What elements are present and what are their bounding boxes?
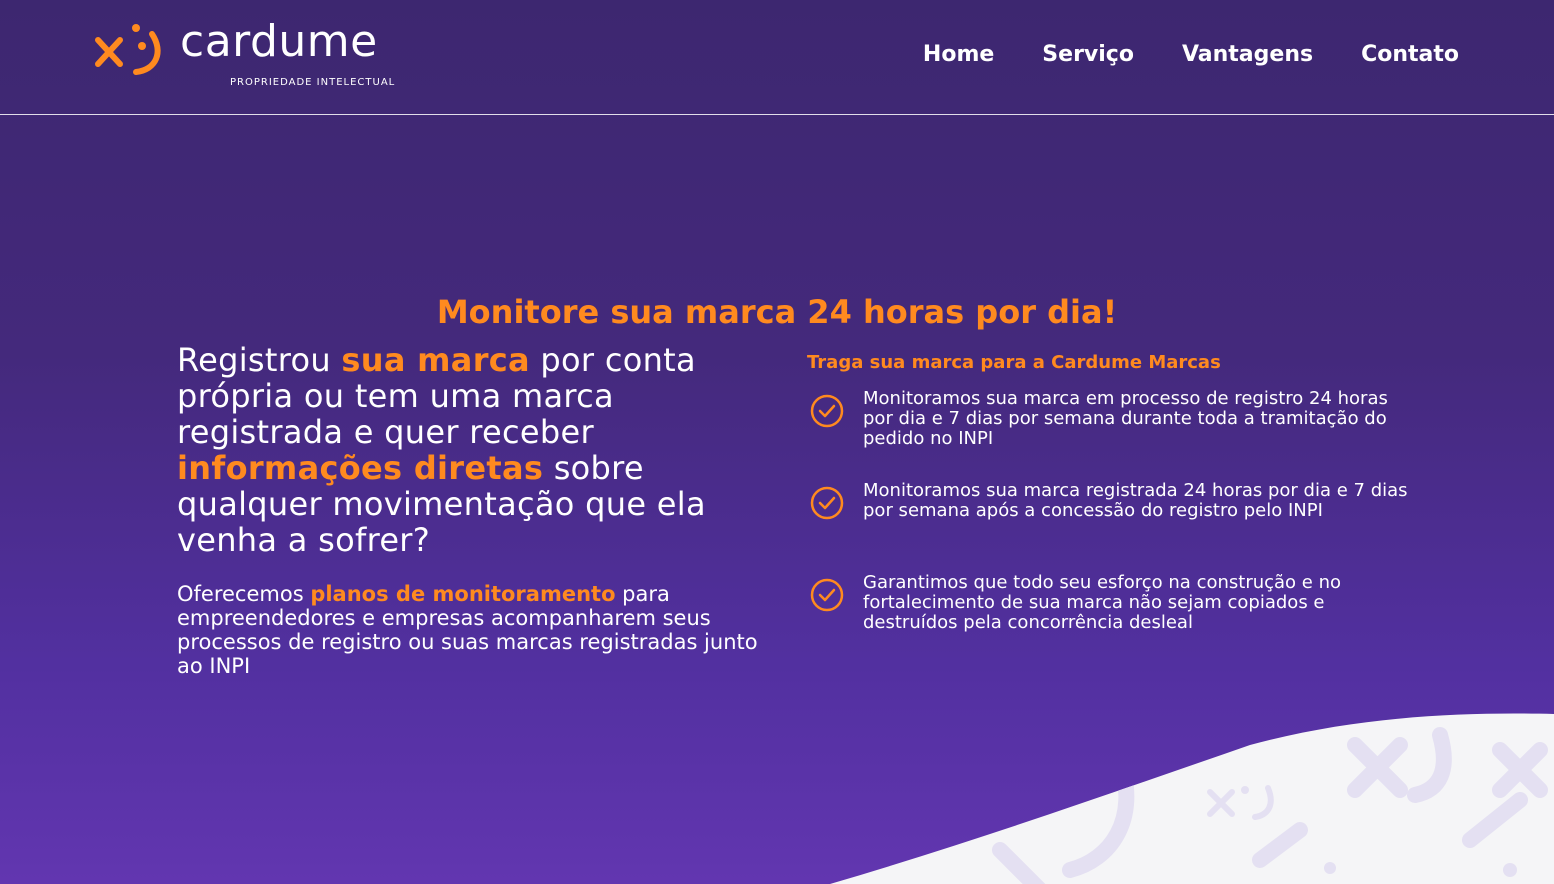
cardume-logo[interactable]: cardume PROPRIEDADE INTELECTUAL <box>94 16 414 95</box>
feature-text: Monitoramos sua marca em processo de reg… <box>863 388 1388 449</box>
logo-mark-icon <box>95 24 161 75</box>
site-header: cardume PROPRIEDADE INTELECTUAL Home Ser… <box>0 0 1554 115</box>
lead-highlight-sua-marca: sua marca <box>341 341 530 379</box>
para-part-1: Oferecemos <box>177 582 311 606</box>
nav-servico-link[interactable]: Serviço <box>1042 40 1134 70</box>
hero-paragraph: Oferecemos planos de monitoramento para … <box>177 582 789 678</box>
feature-item: Garantimos que todo seu esforço na const… <box>807 573 1417 665</box>
nav-contato-link[interactable]: Contato <box>1361 40 1459 70</box>
para-highlight-planos: planos de monitoramento <box>310 582 616 606</box>
feature-text: Garantimos que todo seu esforço na const… <box>863 572 1342 633</box>
nav-vantagens-link[interactable]: Vantagens <box>1182 40 1313 70</box>
features-title: Traga sua marca para a Cardume Marcas <box>807 352 1221 373</box>
logo-wordmark: cardume <box>180 16 378 67</box>
feature-item: Monitoramos sua marca em processo de reg… <box>807 389 1417 481</box>
hero-left-column: Registrou sua marca por conta própria ou… <box>177 342 789 678</box>
nav-home-link[interactable]: Home <box>923 40 994 70</box>
feature-text: Monitoramos sua marca registrada 24 hora… <box>863 480 1408 521</box>
lead-part-1: Registrou <box>177 341 342 379</box>
check-circle-icon <box>810 578 844 612</box>
check-circle-icon <box>810 486 844 520</box>
logo-tagline: PROPRIEDADE INTELECTUAL <box>230 77 396 88</box>
main-nav: Home Serviço Vantagens Contato <box>875 40 1459 70</box>
features-column: Traga sua marca para a Cardume Marcas Mo… <box>807 350 1417 665</box>
lead-highlight-informacoes: informações diretas <box>177 449 544 487</box>
hero-headline: Monitore sua marca 24 horas por dia! <box>436 293 1118 332</box>
feature-item: Monitoramos sua marca registrada 24 hora… <box>807 481 1417 573</box>
hero-lead-text: Registrou sua marca por conta própria ou… <box>177 342 757 558</box>
check-circle-icon <box>810 394 844 428</box>
